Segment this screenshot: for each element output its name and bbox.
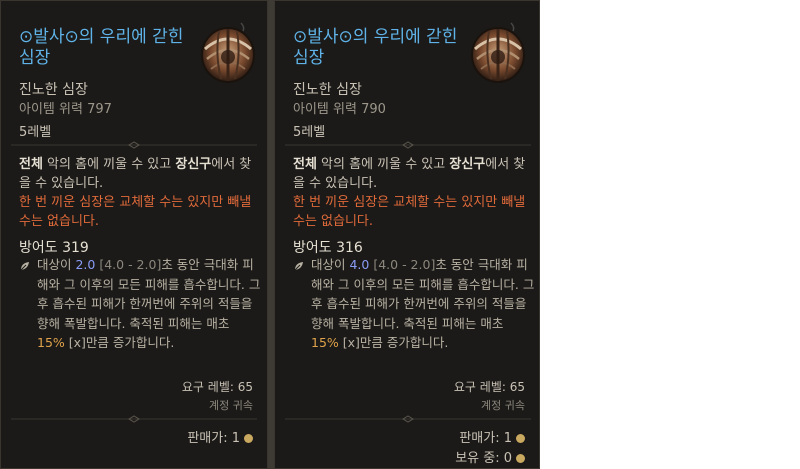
item-tooltip-equipped: ⊙발사⊙의 우리에 갇힌 심장 진노한 심장 아이템 위력 797 5레벨 전체… — [0, 0, 268, 469]
gold-coin-icon — [516, 454, 525, 463]
affix-text: 대상이 2.0 [4.0 - 2.0]초 동안 극대화 피해와 그 이후의 모든… — [19, 255, 261, 353]
item-tooltip-compare: ⊙발사⊙의 우리에 갇힌 심장 진노한 심장 아이템 위력 790 5레벨 전체… — [274, 0, 540, 469]
armor-value: 방어도 319 — [19, 240, 89, 256]
divider — [11, 141, 257, 149]
item-type: 진노한 심장 — [19, 82, 88, 98]
sell-price: 판매가: 1 — [459, 427, 525, 446]
affix-bullet-icon — [19, 258, 31, 278]
gold-coin-icon — [244, 434, 253, 443]
required-level: 요구 레벨: 65 — [453, 380, 525, 394]
account-bound: 계정 귀속 — [481, 399, 525, 412]
affix-text: 대상이 4.0 [4.0 - 2.0]초 동안 극대화 피해와 그 이후의 모든… — [293, 255, 535, 353]
owned-count: 보유 중: 0 — [455, 447, 525, 466]
affix-bullet-icon — [293, 258, 305, 278]
item-description: 전체 악의 홈에 끼울 수 있고 장신구에서 찾을 수 있습니다. 한 번 끼운… — [19, 155, 259, 231]
item-level: 5레벨 — [293, 125, 326, 140]
heart-cage-icon — [467, 19, 529, 85]
item-type: 진노한 심장 — [293, 82, 362, 98]
item-name: ⊙발사⊙의 우리에 갇힌 심장 — [19, 27, 184, 68]
account-bound: 계정 귀속 — [209, 399, 253, 412]
warning-text: 한 번 끼운 심장은 교체할 수는 있지만 빼낼 수는 없습니다. — [293, 195, 526, 229]
gold-coin-icon — [516, 434, 525, 443]
divider — [285, 415, 531, 423]
item-level: 5레벨 — [19, 125, 52, 140]
divider — [11, 415, 257, 423]
required-level: 요구 레벨: 65 — [181, 380, 253, 394]
item-name: ⊙발사⊙의 우리에 갇힌 심장 — [293, 27, 458, 68]
armor-value: 방어도 316 — [293, 240, 363, 256]
sell-price: 판매가: 1 — [187, 427, 253, 446]
heart-cage-icon — [197, 19, 259, 85]
divider — [285, 141, 531, 149]
item-description: 전체 악의 홈에 끼울 수 있고 장신구에서 찾을 수 있습니다. 한 번 끼운… — [293, 155, 533, 231]
warning-text: 한 번 끼운 심장은 교체할 수는 있지만 빼낼 수는 없습니다. — [19, 195, 252, 229]
item-power: 아이템 위력 797 — [19, 102, 112, 117]
item-power: 아이템 위력 790 — [293, 102, 386, 117]
